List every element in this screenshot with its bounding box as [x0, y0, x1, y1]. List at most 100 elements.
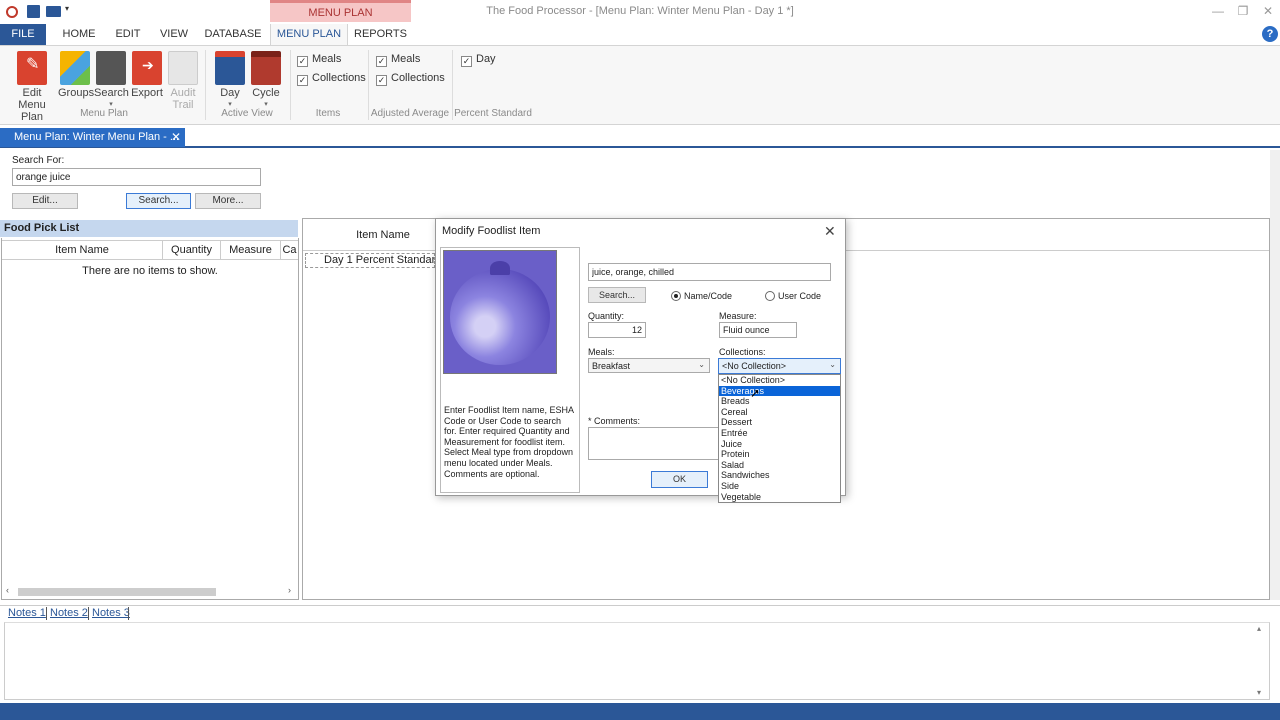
collection-option[interactable]: Entrée [719, 428, 840, 439]
items-meals-label: Meals [312, 53, 342, 65]
meals-select-value: Breakfast [592, 361, 631, 371]
adjusted-meals-checkbox[interactable]: ✓ Meals [376, 53, 420, 67]
quick-access-dropdown-icon[interactable]: ▾ [65, 4, 69, 13]
quantity-input[interactable] [588, 322, 646, 338]
food-pick-table-header: Item Name Quantity Measure Ca [2, 240, 298, 260]
column-header-item-name-right[interactable]: Item Name [340, 229, 426, 241]
search-button[interactable]: Search ▾ [94, 51, 129, 111]
group-label-adjusted-average: Adjusted Average [370, 108, 450, 119]
ribbon-separator [452, 50, 453, 120]
adjusted-meals-label: Meals [391, 53, 421, 65]
scroll-right-icon[interactable]: › [288, 585, 291, 595]
cycle-view-button[interactable]: Cycle ▾ [248, 51, 284, 111]
search-for-label: Search For: [12, 155, 65, 166]
items-meals-checkbox[interactable]: ✓ Meals [297, 53, 341, 67]
edit-button[interactable]: Edit... [12, 193, 78, 209]
minimize-icon[interactable]: — [1206, 4, 1230, 20]
collection-option[interactable]: Vegetable [719, 492, 840, 503]
search-label: Search [94, 87, 129, 99]
collection-option[interactable]: Breads [719, 396, 840, 407]
dialog-close-icon[interactable]: ✕ [824, 223, 836, 240]
collection-option[interactable]: <No Collection> [719, 375, 840, 386]
tab-menu-plan[interactable]: MENU PLAN [270, 24, 348, 45]
radio-name-code[interactable]: Name/Code [671, 291, 732, 301]
scroll-left-icon[interactable]: ‹ [6, 585, 9, 595]
column-header-quantity[interactable]: Quantity [163, 241, 221, 260]
print-icon[interactable] [46, 6, 61, 17]
document-tab[interactable]: Menu Plan: Winter Menu Plan - ... ✕ [0, 128, 185, 147]
radio-unselected-icon [765, 291, 775, 301]
measure-input[interactable] [719, 322, 797, 338]
tab-view[interactable]: VIEW [156, 24, 192, 45]
adjusted-collections-checkbox[interactable]: ✓ Collections [376, 72, 445, 86]
meals-select[interactable]: Breakfast ⌄ [588, 358, 710, 373]
tab-notes-1[interactable]: Notes 1 [8, 607, 46, 619]
collection-option[interactable]: Salad [719, 460, 840, 471]
collection-option[interactable]: Dessert [719, 417, 840, 428]
chevron-down-icon: ⌄ [698, 360, 705, 369]
collections-dropdown-list[interactable]: <No Collection> Beverages Breads Cereal Dess… [718, 374, 841, 503]
collection-option[interactable]: Cereal [719, 407, 840, 418]
export-label: Export [131, 87, 163, 99]
day-view-button[interactable]: Day ▾ [212, 51, 248, 111]
percent-day-checkbox[interactable]: ✓ Day [461, 53, 496, 67]
close-window-icon[interactable]: ✕ [1256, 4, 1280, 20]
tab-file[interactable]: FILE [0, 24, 46, 45]
collection-option[interactable]: Side [719, 481, 840, 492]
collection-option[interactable]: Beverages [719, 385, 840, 397]
grid-row-label[interactable]: Day 1 Percent Standar [305, 253, 435, 268]
close-tab-icon[interactable]: ✕ [171, 128, 181, 147]
comments-textarea[interactable] [588, 427, 720, 460]
document-tab-strip [0, 127, 1280, 148]
column-header-item-name[interactable]: Item Name [2, 241, 163, 260]
search-input[interactable] [12, 168, 261, 186]
comments-label: * Comments: [588, 416, 641, 426]
search-submit-button[interactable]: Search... [126, 193, 191, 209]
food-pick-list-header: Food Pick List [0, 220, 298, 237]
collections-select[interactable]: <No Collection> ⌄ [718, 358, 841, 374]
tab-notes-3[interactable]: Notes 3 [92, 607, 130, 619]
notes-scroll-down-icon[interactable]: ▾ [1257, 688, 1261, 697]
column-header-ca[interactable]: Ca [281, 241, 298, 260]
ribbon-tab-row [0, 24, 1280, 45]
ok-button[interactable]: OK [651, 471, 708, 488]
collection-option[interactable]: Sandwiches [719, 470, 840, 481]
notes-tab-divider [88, 607, 89, 620]
tab-database[interactable]: DATABASE [202, 24, 264, 45]
scrollbar-thumb[interactable] [18, 588, 216, 596]
edit-menu-plan-button[interactable]: ✎ Edit Menu Plan [6, 51, 58, 123]
tab-home[interactable]: HOME [58, 24, 100, 45]
more-button[interactable]: More... [195, 193, 261, 209]
dialog-help-text: Enter Foodlist Item name, ESHA Code or U… [444, 405, 574, 479]
collection-option[interactable]: Protein [719, 449, 840, 460]
tab-reports[interactable]: REPORTS [354, 24, 407, 45]
ribbon-separator [205, 50, 206, 120]
column-header-measure[interactable]: Measure [221, 241, 281, 260]
collection-option[interactable]: Juice [719, 439, 840, 450]
quantity-label: Quantity: [588, 311, 625, 321]
status-bar [0, 703, 1280, 720]
dialog-search-button[interactable]: Search... [588, 287, 646, 303]
export-icon: ➔ [132, 51, 162, 85]
notes-tab-divider [46, 607, 47, 620]
groups-button[interactable]: Groups [58, 51, 94, 99]
notes-text-area[interactable] [4, 622, 1270, 700]
horizontal-scrollbar[interactable]: ‹ › [4, 585, 298, 598]
save-icon[interactable] [27, 5, 40, 18]
tab-notes-2[interactable]: Notes 2 [50, 607, 88, 619]
notes-scroll-up-icon[interactable]: ▴ [1257, 624, 1261, 633]
radio-user-code[interactable]: User Code [765, 291, 821, 301]
radio-user-code-label: User Code [778, 291, 822, 301]
notes-tab-divider [128, 607, 129, 620]
day-label: Day [220, 87, 240, 99]
food-name-input[interactable] [588, 263, 831, 281]
vertical-scrollbar[interactable] [1270, 150, 1280, 600]
items-collections-checkbox[interactable]: ✓ Collections [297, 72, 366, 86]
food-pick-list-panel [1, 238, 299, 600]
help-icon[interactable]: ? [1262, 26, 1278, 42]
export-button[interactable]: ➔ Export [130, 51, 164, 99]
audit-trail-button[interactable]: Audit Trail [166, 51, 200, 111]
tab-edit[interactable]: EDIT [110, 24, 146, 45]
radio-name-code-label: Name/Code [684, 291, 733, 301]
restore-icon[interactable]: ❐ [1231, 4, 1255, 20]
